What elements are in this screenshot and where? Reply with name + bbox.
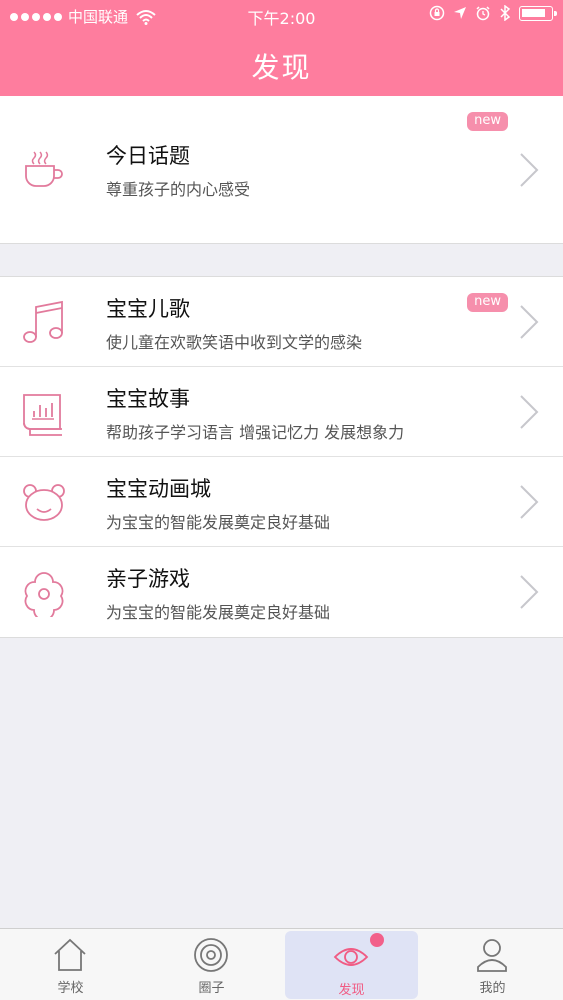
chevron-right-icon: [520, 485, 539, 519]
item-subtitle: 为宝宝的智能发展奠定良好基础: [106, 513, 331, 532]
alarm-icon: [476, 6, 490, 21]
section-baby-content: 宝宝儿歌 使儿童在欢歌笑语中收到文学的感染 new 宝宝故事 帮助孩子学习语言 …: [0, 276, 563, 638]
book-icon: [23, 394, 62, 436]
bear-face-icon: [23, 484, 65, 521]
new-badge: new: [467, 293, 508, 312]
tab-label: 我的: [479, 981, 506, 996]
item-title: 宝宝动画城: [106, 477, 211, 501]
tab-label: 发现: [338, 983, 365, 998]
battery-icon: [519, 5, 557, 21]
chevron-right-icon: [520, 305, 539, 339]
item-title: 今日话题: [106, 144, 190, 168]
person-icon: [477, 939, 507, 972]
item-title: 宝宝故事: [106, 387, 190, 411]
chevron-right-icon: [520, 395, 539, 429]
list-item-today-topic[interactable]: 今日话题 尊重孩子的内心感受 new: [0, 96, 563, 243]
item-subtitle: 为宝宝的智能发展奠定良好基础: [106, 603, 331, 622]
location-icon: [454, 7, 466, 19]
item-subtitle: 使儿童在欢歌笑语中收到文学的感染: [106, 333, 363, 352]
tab-circles[interactable]: 圈子: [145, 929, 278, 1000]
page-title: 发现: [251, 51, 312, 84]
orientation-lock-icon: [429, 5, 445, 21]
status-bar: 中国联通 下午2:00: [0, 0, 563, 32]
header: 中国联通 下午2:00 发现: [0, 0, 563, 96]
home-icon: [54, 938, 86, 971]
flower-icon: [24, 572, 64, 617]
tab-label: 学校: [57, 981, 84, 996]
item-subtitle: 帮助孩子学习语言 增强记忆力 发展想象力: [106, 423, 405, 442]
new-badge: new: [467, 112, 508, 131]
status-right: [429, 5, 557, 21]
tab-discover[interactable]: 发现: [285, 931, 418, 999]
tab-bar: 学校 圈子 发现 我的: [0, 928, 563, 1000]
chevron-right-icon: [520, 153, 539, 187]
tab-school[interactable]: 学校: [4, 929, 137, 1000]
chevron-right-icon: [520, 575, 539, 609]
item-subtitle: 尊重孩子的内心感受: [106, 180, 251, 199]
tab-label: 圈子: [198, 981, 225, 996]
list-item-parent-child-games[interactable]: 亲子游戏 为宝宝的智能发展奠定良好基础: [0, 547, 563, 637]
item-title: 宝宝儿歌: [106, 297, 190, 321]
list-item-baby-stories[interactable]: 宝宝故事 帮助孩子学习语言 增强记忆力 发展想象力: [0, 367, 563, 457]
eye-icon: [333, 948, 369, 966]
circles-icon: [194, 938, 228, 972]
coffee-cup-icon: [25, 151, 63, 187]
list-item-baby-animation[interactable]: 宝宝动画城 为宝宝的智能发展奠定良好基础: [0, 457, 563, 547]
bluetooth-icon: [500, 5, 511, 21]
battery-level: [522, 8, 545, 17]
section-topic: 今日话题 尊重孩子的内心感受 new: [0, 96, 563, 244]
tab-mine[interactable]: 我的: [426, 929, 559, 1000]
music-note-icon: [23, 300, 63, 343]
list-item-baby-songs[interactable]: 宝宝儿歌 使儿童在欢歌笑语中收到文学的感染 new: [0, 277, 563, 367]
item-title: 亲子游戏: [106, 567, 190, 591]
notification-dot: [370, 933, 384, 947]
